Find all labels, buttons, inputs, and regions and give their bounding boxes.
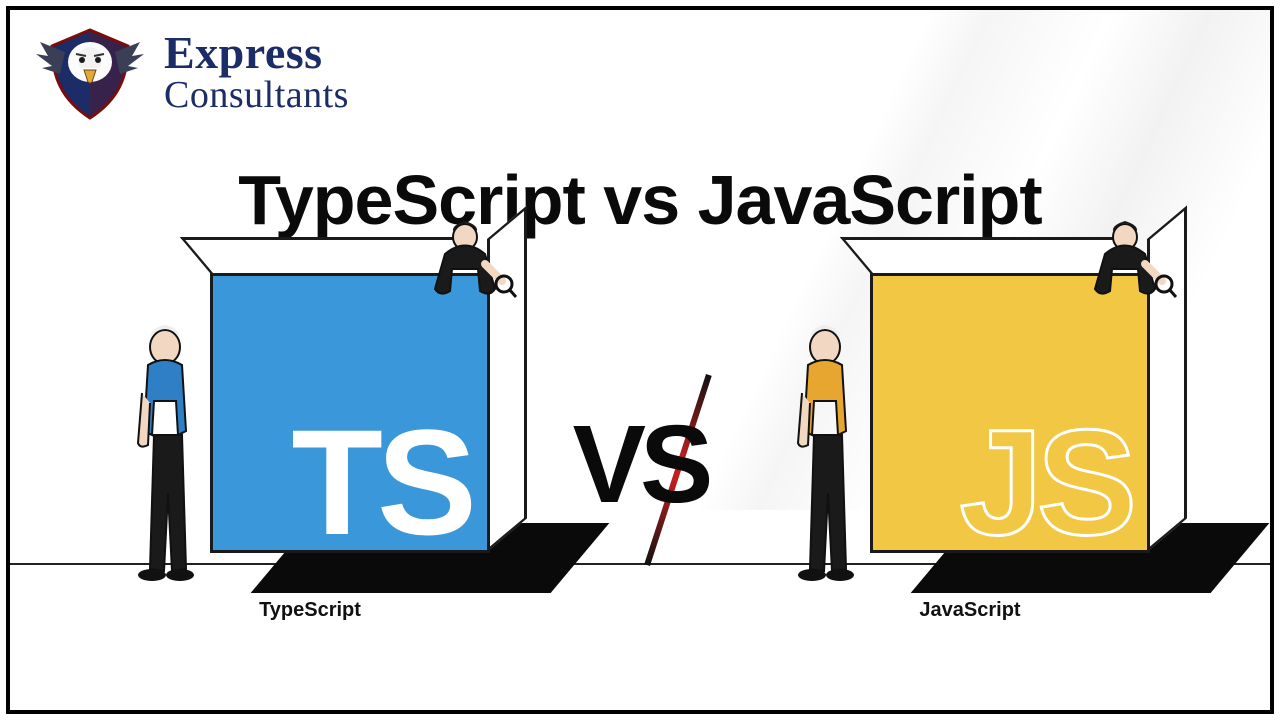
box-front-face: TS	[210, 273, 490, 553]
brand-logo: Express Consultants	[30, 22, 349, 122]
ts-letters: TS	[291, 419, 471, 547]
typescript-caption: TypeScript	[80, 599, 540, 622]
standing-person-icon	[780, 323, 870, 583]
eagle-shield-icon	[30, 22, 150, 122]
js-letters: JS	[960, 419, 1131, 547]
image-frame: Express Consultants TypeScript vs JavaSc…	[6, 6, 1274, 714]
javascript-box: JS	[870, 273, 1180, 583]
box-front-face: JS	[870, 273, 1150, 553]
brand-line2: Consultants	[164, 76, 349, 114]
inspector-person-icon	[400, 219, 530, 309]
inspector-person-icon	[1060, 219, 1190, 309]
javascript-scene: JS JavaScript	[740, 250, 1200, 630]
brand-line1: Express	[164, 30, 349, 76]
typescript-scene: TS TypeScript	[80, 250, 540, 630]
vs-text: VS	[573, 410, 708, 520]
typescript-box: TS	[210, 273, 520, 583]
standing-person-icon	[120, 323, 210, 583]
javascript-caption: JavaScript	[740, 599, 1200, 622]
brand-text: Express Consultants	[164, 30, 349, 114]
